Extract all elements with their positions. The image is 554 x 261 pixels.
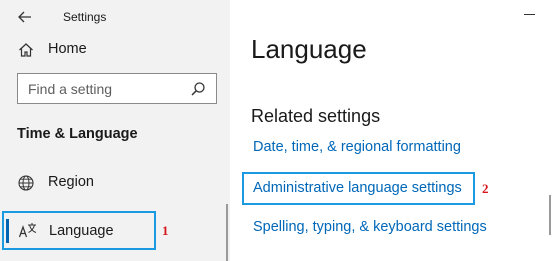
- annotation-marker-2: 2: [482, 181, 489, 196]
- sidebar-item-label: Region: [48, 174, 94, 190]
- sidebar-item-label: Home: [48, 41, 87, 57]
- sidebar: Settings Home Time & Language Region: [0, 0, 230, 261]
- minimize-button[interactable]: [524, 6, 536, 20]
- annotation-marker-1: 1: [162, 223, 169, 238]
- language-icon: [18, 223, 37, 238]
- globe-icon: [18, 175, 34, 191]
- link-spelling-typing-keyboard-settings[interactable]: Spelling, typing, & keyboard settings: [253, 219, 487, 235]
- sidebar-item-label: Language: [49, 223, 114, 239]
- link-administrative-language-settings-box[interactable]: Administrative language settings: [242, 172, 475, 205]
- settings-window: Settings Home Time & Language Region: [0, 0, 554, 261]
- sidebar-item-home[interactable]: Home: [0, 33, 230, 67]
- link-date-time-regional-formatting[interactable]: Date, time, & regional formatting: [253, 139, 461, 155]
- app-title: Settings: [63, 10, 107, 24]
- back-button[interactable]: [14, 8, 36, 26]
- sidebar-item-region[interactable]: Region: [0, 166, 230, 200]
- section-heading: Time & Language: [17, 126, 138, 142]
- sidebar-scrollbar[interactable]: [226, 204, 228, 261]
- main-content: Language Related settings Date, time, & …: [230, 0, 554, 261]
- search-box[interactable]: [17, 73, 217, 104]
- selection-indicator: [6, 219, 9, 243]
- search-icon[interactable]: [190, 81, 206, 97]
- search-input[interactable]: [28, 79, 178, 99]
- page-title: Language: [251, 34, 367, 64]
- home-icon: [19, 43, 33, 57]
- link-administrative-language-settings[interactable]: Administrative language settings: [253, 180, 462, 196]
- related-settings-heading: Related settings: [251, 106, 381, 126]
- main-scrollbar[interactable]: [549, 195, 551, 235]
- minimize-icon: [524, 14, 535, 15]
- arrow-left-icon: [18, 11, 31, 23]
- sidebar-item-language[interactable]: Language: [2, 211, 156, 250]
